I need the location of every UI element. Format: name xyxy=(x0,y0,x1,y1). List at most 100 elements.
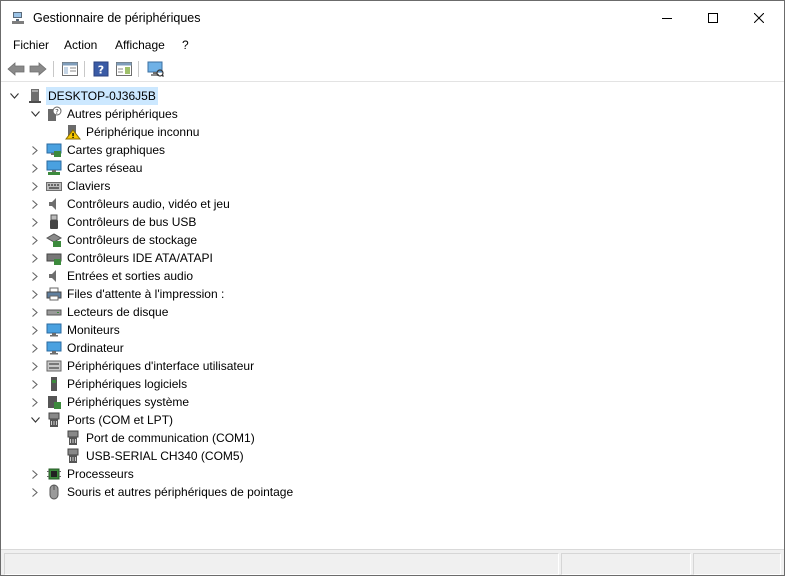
tree-category[interactable]: Périphériques système xyxy=(1,393,784,411)
tree-category[interactable]: Cartes réseau xyxy=(1,159,784,177)
tree-device-label: Périphérique inconnu xyxy=(86,125,200,139)
expand-chevron-icon[interactable] xyxy=(29,195,41,213)
menu-fichier[interactable]: Fichier xyxy=(13,37,49,53)
tree-device[interactable]: Périphérique inconnu xyxy=(1,123,784,141)
tree-category-label: Contrôleurs audio, vidéo et jeu xyxy=(67,197,230,211)
expand-chevron-icon[interactable] xyxy=(29,465,41,483)
tree-device[interactable]: USB-SERIAL CH340 (COM5) xyxy=(1,447,784,465)
expand-chevron-icon[interactable] xyxy=(29,159,41,177)
window-title: Gestionnaire de périphériques xyxy=(33,11,201,25)
expand-chevron-icon[interactable] xyxy=(29,339,41,357)
tree-category[interactable]: Claviers xyxy=(1,177,784,195)
tree-category[interactable]: Périphériques d'interface utilisateur xyxy=(1,357,784,375)
tree-category-label: Autres périphériques xyxy=(67,107,178,121)
toolbar: ? xyxy=(1,57,784,82)
expand-chevron-icon[interactable] xyxy=(29,267,41,285)
menu-action[interactable]: Action xyxy=(64,37,97,53)
expand-chevron-icon[interactable] xyxy=(29,285,41,303)
tree-category[interactable]: Contrôleurs IDE ATA/ATAPI xyxy=(1,249,784,267)
usb-icon xyxy=(50,214,58,229)
port-icon xyxy=(67,448,79,463)
unknown-device-category-icon: ? xyxy=(48,106,62,121)
tree-category-label: Cartes graphiques xyxy=(67,143,166,157)
maximize-button[interactable] xyxy=(690,1,736,35)
tree-category-label: Contrôleurs de stockage xyxy=(67,233,198,247)
menu-help[interactable]: ? xyxy=(182,37,189,53)
minimize-button[interactable] xyxy=(644,1,690,35)
collapse-chevron-icon[interactable] xyxy=(8,87,20,105)
minimize-icon xyxy=(662,18,672,19)
forward-icon xyxy=(29,62,47,76)
show-hide-button[interactable] xyxy=(114,59,134,79)
expand-chevron-icon[interactable] xyxy=(29,321,41,339)
tree-category[interactable]: Cartes graphiques xyxy=(1,141,784,159)
ide-controller-icon xyxy=(46,253,62,265)
tree-category-label: Lecteurs de disque xyxy=(67,305,169,319)
tree-category[interactable]: Contrôleurs de bus USB xyxy=(1,213,784,231)
expand-chevron-icon[interactable] xyxy=(29,357,41,375)
close-button[interactable] xyxy=(736,1,782,35)
tree-category-label: Périphériques logiciels xyxy=(67,377,188,391)
keyboard-icon xyxy=(46,182,62,191)
tree-category[interactable]: Files d'attente à l'impression : xyxy=(1,285,784,303)
tree-category[interactable]: Entrées et sorties audio xyxy=(1,267,784,285)
expand-chevron-icon[interactable] xyxy=(29,141,41,159)
expand-chevron-icon[interactable] xyxy=(29,231,41,249)
tree-category[interactable]: Lecteurs de disque xyxy=(1,303,784,321)
expand-chevron-icon[interactable] xyxy=(29,249,41,267)
tree-device-label: USB-SERIAL CH340 (COM5) xyxy=(86,449,244,463)
tree-category-label: Cartes réseau xyxy=(67,161,143,175)
tree-category-label: Souris et autres périphériques de pointa… xyxy=(67,485,294,499)
tree-category-label: Ordinateur xyxy=(67,341,124,355)
audio-io-icon xyxy=(49,270,56,282)
mouse-icon xyxy=(49,484,59,500)
toolbar-separator xyxy=(84,61,85,77)
tree-category[interactable]: ? Autres périphériques xyxy=(1,105,784,123)
tree-category[interactable]: Contrôleurs audio, vidéo et jeu xyxy=(1,195,784,213)
monitor-scan-icon xyxy=(147,61,164,77)
expand-chevron-icon[interactable] xyxy=(29,483,41,501)
expand-chevron-icon[interactable] xyxy=(29,303,41,321)
disk-drive-icon xyxy=(46,309,62,316)
back-icon xyxy=(7,62,25,76)
tree-category[interactable]: Contrôleurs de stockage xyxy=(1,231,784,249)
help-icon: ? xyxy=(93,61,109,77)
tree-category[interactable]: Périphériques logiciels xyxy=(1,375,784,393)
collapse-chevron-icon[interactable] xyxy=(29,411,41,429)
expand-chevron-icon[interactable] xyxy=(29,213,41,231)
help-button[interactable]: ? xyxy=(91,59,111,79)
status-bar-pane xyxy=(4,553,559,575)
tree-category-label: Processeurs xyxy=(67,467,134,481)
forward-button[interactable] xyxy=(28,59,48,79)
expand-chevron-icon[interactable] xyxy=(29,177,41,195)
port-icon xyxy=(48,412,60,427)
collapse-chevron-icon[interactable] xyxy=(29,105,41,123)
display-adapter-icon xyxy=(46,143,62,157)
tree-root[interactable]: DESKTOP-0J36J5B xyxy=(1,87,784,105)
computer-monitor-icon xyxy=(46,341,62,355)
tree-category[interactable]: Ordinateur xyxy=(1,339,784,357)
tree-category[interactable]: Souris et autres périphériques de pointa… xyxy=(1,483,784,501)
software-device-icon xyxy=(51,377,57,391)
tree-category-label: Contrôleurs IDE ATA/ATAPI xyxy=(67,251,213,265)
tree-category[interactable]: Ports (COM et LPT) xyxy=(1,411,784,429)
properties-icon xyxy=(62,62,78,76)
properties-button[interactable] xyxy=(60,59,80,79)
tree-category[interactable]: Processeurs xyxy=(1,465,784,483)
tree-root-label: DESKTOP-0J36J5B xyxy=(46,87,158,105)
network-adapter-icon xyxy=(46,160,62,175)
tree-category-label: Périphériques d'interface utilisateur xyxy=(67,359,255,373)
tree-device-label: Port de communication (COM1) xyxy=(86,431,255,445)
tree-device[interactable]: Port de communication (COM1) xyxy=(1,429,784,447)
computer-icon xyxy=(29,89,41,103)
back-button[interactable] xyxy=(6,59,26,79)
tree-category[interactable]: Moniteurs xyxy=(1,321,784,339)
device-manager-window: Gestionnaire de périphériques Fichier Ac… xyxy=(0,0,785,576)
title-bar[interactable]: Gestionnaire de périphériques xyxy=(1,1,784,35)
hid-icon xyxy=(46,360,62,372)
port-icon xyxy=(67,430,79,445)
expand-chevron-icon[interactable] xyxy=(29,375,41,393)
menu-affichage[interactable]: Affichage xyxy=(115,37,165,53)
scan-hardware-button[interactable] xyxy=(145,59,165,79)
expand-chevron-icon[interactable] xyxy=(29,393,41,411)
